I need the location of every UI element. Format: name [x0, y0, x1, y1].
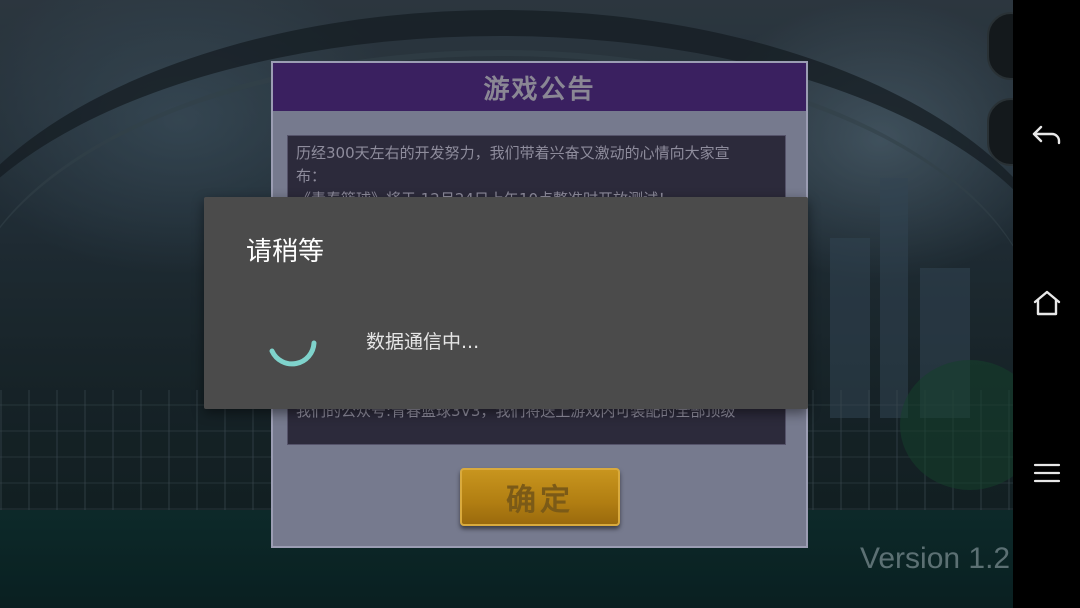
announcement-header: 游戏公告	[273, 63, 806, 111]
home-button[interactable]	[1013, 273, 1080, 333]
home-icon	[1033, 290, 1060, 316]
confirm-button[interactable]: 确定	[460, 468, 620, 526]
announcement-line: 布：	[296, 167, 327, 185]
loading-spinner-icon	[269, 340, 317, 367]
confirm-button-label: 确定	[506, 483, 574, 518]
back-arrow-icon	[1032, 125, 1060, 145]
back-button[interactable]	[1013, 105, 1080, 165]
loading-dialog: 请稍等 数据通信中...	[204, 197, 808, 409]
announcement-title: 游戏公告	[483, 74, 596, 105]
announcement-line: 历经300天左右的开发努力，我们带着兴奋又激动的心情向大家宣	[296, 144, 730, 162]
menu-button[interactable]	[1013, 443, 1080, 503]
menu-icon	[1033, 463, 1060, 483]
dialog-message: 数据通信中...	[366, 331, 480, 353]
version-label: Version 1.2	[860, 542, 1011, 575]
dialog-title: 请稍等	[246, 237, 325, 267]
system-nav-bar	[1013, 0, 1080, 608]
